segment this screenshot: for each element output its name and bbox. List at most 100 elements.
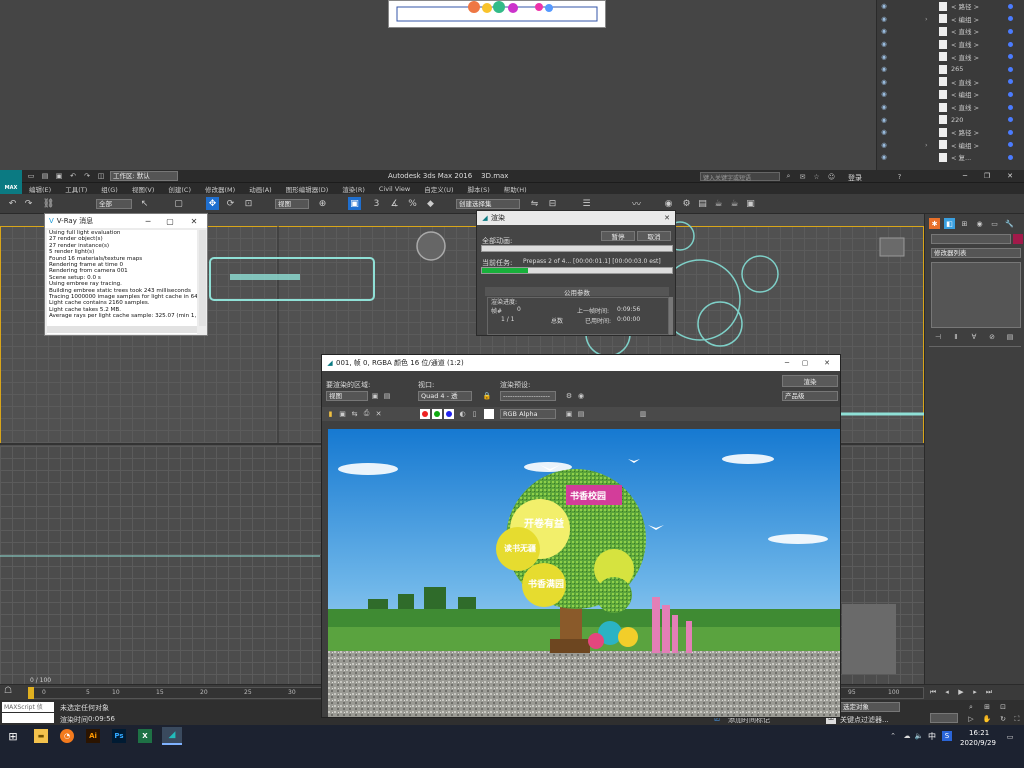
- maximize-viewport-icon[interactable]: ⛶: [1012, 714, 1022, 724]
- render-progress-dialog[interactable]: 渲染 ◢ ✕ 暂停 取消 全部动画: 当前任务: Prepass 2 of 4.…: [476, 210, 676, 336]
- redo-icon[interactable]: ↷: [82, 171, 92, 181]
- new-file-icon[interactable]: ▭: [26, 171, 36, 181]
- render-title-bar[interactable]: 渲染: [477, 211, 675, 225]
- vray-title-bar[interactable]: V V-Ray 消息: [45, 214, 207, 228]
- render-dialog-scrollbar[interactable]: [669, 297, 673, 335]
- red-channel-icon[interactable]: [420, 409, 430, 419]
- user-icon[interactable]: ☺: [827, 172, 836, 181]
- key-filters-button[interactable]: 关键点过滤器...: [840, 715, 889, 725]
- layer-target-dot[interactable]: [1008, 54, 1013, 60]
- mirror-icon[interactable]: ⇋: [528, 197, 541, 210]
- layer-target-dot[interactable]: [1008, 28, 1013, 34]
- layer-row[interactable]: ◉ < 路径 >: [877, 0, 1024, 13]
- visibility-eye-icon[interactable]: ◉: [877, 153, 891, 161]
- visibility-eye-icon[interactable]: ◉: [877, 27, 891, 35]
- render-button[interactable]: 渲染: [782, 375, 838, 387]
- fb-close-button[interactable]: ✕: [818, 355, 836, 371]
- reference-coord-dropdown[interactable]: 视图: [275, 199, 309, 209]
- help-icon[interactable]: ?: [895, 172, 904, 181]
- frame-buffer-window[interactable]: 001, 帧 0, RGBA 颜色 16 位/通道 (1:2) ◢ ─ ▢ ✕ …: [321, 354, 841, 718]
- menu-graph-editors[interactable]: 图形编辑器(D): [279, 184, 336, 194]
- layer-target-dot[interactable]: [1008, 117, 1013, 123]
- layer-row[interactable]: ◉ < 直线 >: [877, 76, 1024, 89]
- minimize-button[interactable]: ─: [955, 170, 975, 182]
- go-end-icon[interactable]: ⏭: [984, 687, 994, 697]
- tray-expand-icon[interactable]: ⌃: [888, 731, 898, 741]
- zoom-all-icon[interactable]: ⊞: [982, 702, 992, 712]
- favorites-icon[interactable]: ☆: [812, 172, 821, 181]
- area-to-render-dropdown[interactable]: 视图: [326, 391, 368, 401]
- visibility-eye-icon[interactable]: ◉: [877, 103, 891, 111]
- rendered-image[interactable]: 书香校园 开卷有益 读书无疆 书香满园: [328, 429, 840, 717]
- pivot-icon[interactable]: ⊕: [316, 197, 329, 210]
- selection-filter-dropdown[interactable]: 全部: [96, 199, 132, 209]
- mono-channel-icon[interactable]: ▯: [470, 409, 479, 419]
- vray-minimize-button[interactable]: ─: [139, 214, 157, 228]
- edit-region-icon[interactable]: ▣: [370, 391, 380, 401]
- modify-tab-icon[interactable]: ◧: [944, 218, 955, 229]
- layer-row[interactable]: ◉ < 直线 >: [877, 50, 1024, 63]
- illustrator-icon[interactable]: Ai: [86, 729, 100, 743]
- layer-target-dot[interactable]: [1008, 79, 1013, 85]
- time-slider-handle[interactable]: [28, 687, 34, 699]
- 3dsmax-taskbar-icon[interactable]: ◢: [162, 727, 182, 745]
- visibility-eye-icon[interactable]: ◉: [877, 40, 891, 48]
- frame-field[interactable]: [930, 713, 958, 723]
- menu-customize[interactable]: 自定义(U): [417, 184, 460, 194]
- modifier-stack[interactable]: [931, 262, 1021, 328]
- viewport-dropdown[interactable]: Quad 4 - 透: [418, 391, 472, 401]
- green-channel-icon[interactable]: [432, 409, 442, 419]
- layer-target-dot[interactable]: [1008, 3, 1013, 9]
- layer-row[interactable]: ◉ < 复...: [877, 151, 1024, 164]
- pause-button[interactable]: 暂停: [601, 231, 635, 241]
- modifier-list-dropdown[interactable]: 修改器列表: [931, 248, 1021, 258]
- scale-icon[interactable]: ⊡: [242, 197, 255, 210]
- menu-group[interactable]: 组(G): [94, 184, 125, 194]
- layer-row[interactable]: ◉ < 直线 >: [877, 38, 1024, 51]
- maxscript-input[interactable]: [2, 713, 54, 723]
- start-icon[interactable]: ⊞: [6, 729, 20, 743]
- search-icon[interactable]: ⌕: [784, 172, 793, 181]
- curve-editor-icon[interactable]: 〰: [630, 197, 643, 210]
- menu-tools[interactable]: 工具(T): [58, 184, 94, 194]
- visibility-eye-icon[interactable]: ◉: [877, 65, 891, 73]
- firefox-icon[interactable]: ◔: [60, 729, 74, 743]
- vray-maximize-button[interactable]: ▢: [161, 214, 179, 228]
- layer-row[interactable]: ◉ < 编组 >: [877, 88, 1024, 101]
- make-unique-icon[interactable]: ∀: [969, 332, 979, 342]
- render-setup-icon[interactable]: ⚙: [680, 197, 693, 210]
- channel-dropdown[interactable]: RGB Alpha: [500, 409, 556, 419]
- fb-maximize-button[interactable]: ▢: [796, 355, 814, 371]
- vray-messages-window[interactable]: V V-Ray 消息 ─ ▢ ✕ Using full light evalua…: [44, 213, 208, 336]
- zoom-extents-icon[interactable]: ⊡: [998, 702, 1008, 712]
- layer-target-dot[interactable]: [1008, 16, 1013, 22]
- render-setup-icon[interactable]: ⚙: [564, 391, 574, 401]
- clock-date[interactable]: 2020/9/29: [960, 739, 996, 747]
- max-logo[interactable]: MAX: [0, 170, 22, 194]
- workspace-dropdown[interactable]: 工作区: 默认: [110, 171, 178, 181]
- align-icon[interactable]: ⊟: [546, 197, 559, 210]
- print-icon[interactable]: ⎙: [362, 409, 371, 418]
- fb-title-bar[interactable]: 001, 帧 0, RGBA 颜色 16 位/通道 (1:2): [322, 355, 840, 371]
- configure-sets-icon[interactable]: ▤: [1005, 332, 1015, 342]
- display-toggle-icon[interactable]: ▣: [564, 409, 574, 419]
- render-production-icon[interactable]: ☕: [712, 197, 725, 210]
- menu-civil-view[interactable]: Civil View: [372, 185, 417, 193]
- menu-animation[interactable]: 动画(A): [242, 184, 279, 194]
- save-icon[interactable]: ▣: [54, 171, 64, 181]
- render-preset-dropdown[interactable]: --------------------: [500, 391, 556, 401]
- move-icon[interactable]: ✥: [206, 197, 219, 210]
- notification-icon[interactable]: ▭: [1004, 731, 1016, 743]
- infocenter-icon[interactable]: ✉: [798, 172, 807, 181]
- menu-create[interactable]: 创建(C): [161, 184, 198, 194]
- layer-target-dot[interactable]: [1008, 154, 1013, 160]
- volume-icon[interactable]: 🔈: [914, 731, 924, 741]
- visibility-eye-icon[interactable]: ◉: [877, 141, 891, 149]
- undo-icon[interactable]: ↶: [6, 197, 19, 210]
- search-field[interactable]: 键入关键字或短语: [700, 172, 780, 182]
- layer-target-dot[interactable]: [1008, 66, 1013, 72]
- field-of-view-icon[interactable]: ▷: [966, 714, 976, 724]
- vray-close-button[interactable]: ✕: [185, 214, 203, 228]
- go-start-icon[interactable]: ⏮: [928, 687, 938, 697]
- remove-modifier-icon[interactable]: ⊘: [987, 332, 997, 342]
